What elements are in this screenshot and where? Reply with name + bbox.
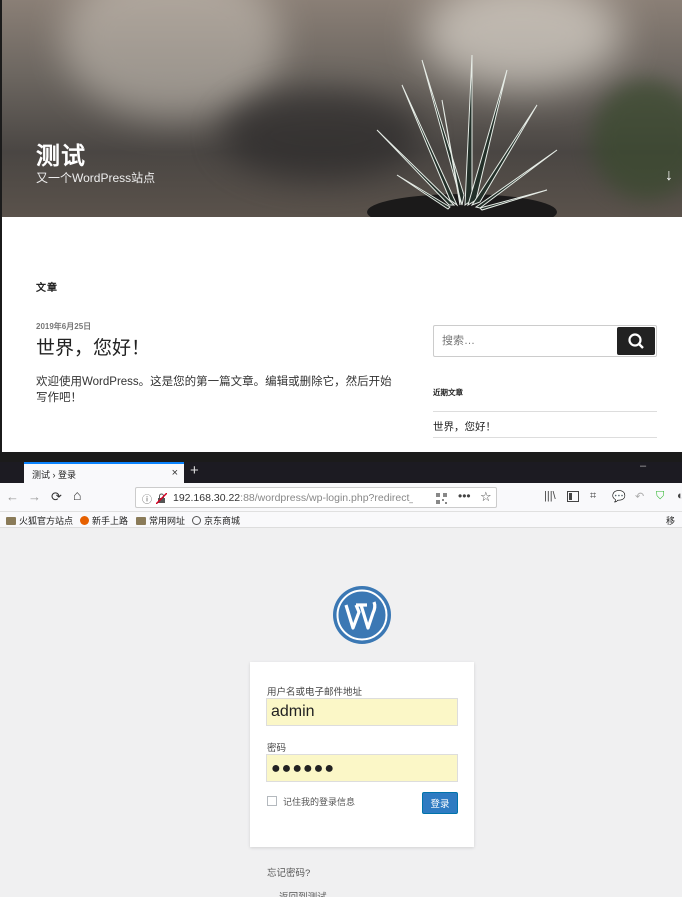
bookmark-item[interactable]: 京东商城 bbox=[192, 514, 240, 527]
wordpress-site: 测试 又一个WordPress站点 ↓ 文章 2019年6月25日 世界，您好！… bbox=[2, 0, 682, 452]
home-icon[interactable]: ⌂ bbox=[73, 487, 81, 503]
mobile-bookmarks-label: 移 bbox=[666, 516, 676, 526]
header-image: 测试 又一个WordPress站点 ↓ bbox=[2, 0, 682, 217]
remember-me-label[interactable]: 记住我的登录信息 bbox=[283, 795, 355, 808]
new-tab-button[interactable]: + bbox=[190, 462, 199, 479]
password-label: 密码 bbox=[267, 743, 287, 754]
tab-close-icon[interactable]: × bbox=[172, 467, 178, 479]
firefox-icon bbox=[80, 516, 89, 525]
bookmark-item[interactable]: 新手上路 bbox=[80, 514, 128, 527]
divider bbox=[433, 437, 657, 438]
more-actions-icon[interactable]: ••• bbox=[458, 489, 471, 503]
shield-extension-icon[interactable]: ⛉ bbox=[656, 490, 664, 503]
overflow-menu-icon[interactable]: ◐ bbox=[677, 490, 682, 502]
tab-bar: 测试 › 登录 × + – bbox=[0, 462, 682, 483]
url-bar[interactable]: ⓘ 192.168.30.22:88/wordpress/wp-login.ph… bbox=[135, 487, 497, 508]
tab-login[interactable]: 测试 › 登录 × bbox=[24, 462, 184, 483]
divider bbox=[433, 411, 657, 412]
bookmarks-overflow[interactable]: 移 bbox=[666, 514, 675, 527]
qr-code-icon[interactable] bbox=[436, 493, 447, 504]
bookmarks-toolbar: 火狐官方站点 新手上路 常用网址 京东商城 移 bbox=[0, 512, 682, 528]
username-field[interactable] bbox=[266, 698, 458, 726]
bookmark-item[interactable]: 火狐官方站点 bbox=[6, 514, 73, 527]
reload-icon[interactable]: ⟳ bbox=[51, 489, 62, 505]
screenshot: 测试 又一个WordPress站点 ↓ 文章 2019年6月25日 世界，您好！… bbox=[0, 0, 682, 897]
site-description: 又一个WordPress站点 bbox=[36, 171, 156, 185]
info-icon[interactable]: ⓘ bbox=[142, 491, 152, 506]
undo-icon[interactable]: ↶ bbox=[635, 490, 644, 503]
bookmark-label: 火狐官方站点 bbox=[19, 516, 74, 526]
bookmark-label: 常用网址 bbox=[149, 516, 186, 526]
globe-icon bbox=[192, 516, 201, 525]
post-title[interactable]: 世界，您好！ bbox=[36, 333, 150, 360]
folder-icon bbox=[136, 517, 146, 525]
back-to-site-link[interactable]: ← 返回到测试 bbox=[267, 889, 327, 897]
bookmark-label: 京东商城 bbox=[204, 516, 241, 526]
username-label: 用户名或电子邮件地址 bbox=[267, 687, 363, 698]
crop-screenshot-icon[interactable]: ⌗ bbox=[590, 490, 596, 503]
search-icon bbox=[628, 333, 644, 349]
insecure-lock-icon[interactable] bbox=[156, 493, 167, 504]
url-host: 192.168.30.22 bbox=[173, 492, 241, 504]
navigation-toolbar: ← → ⟳ ⌂ ⓘ 192.168.30.22:88/wordpress/wp-… bbox=[0, 483, 682, 512]
browser-window: 测试 › 登录 × + – ← → ⟳ ⌂ ⓘ 192.168.30.22:88… bbox=[0, 462, 682, 897]
recent-post-link[interactable]: 世界，您好！ bbox=[433, 419, 496, 434]
folder-icon bbox=[6, 517, 16, 525]
search-input[interactable] bbox=[442, 326, 612, 356]
back-icon[interactable]: ← bbox=[6, 489, 19, 504]
url-text[interactable]: 192.168.30.22:88/wordpress/wp-login.php?… bbox=[173, 492, 413, 504]
password-field[interactable]: ●●●●●● bbox=[266, 754, 458, 782]
lost-password-link[interactable]: 忘记密码? bbox=[267, 865, 310, 879]
post-excerpt: 欢迎使用WordPress。这是您的第一篇文章。编辑或删除它，然后开始写作吧！ bbox=[36, 376, 392, 404]
login-button[interactable]: 登录 bbox=[422, 792, 458, 814]
minimize-icon[interactable]: – bbox=[640, 462, 646, 472]
search-button[interactable] bbox=[617, 327, 655, 355]
bookmark-star-icon[interactable]: ☆ bbox=[480, 489, 492, 505]
search-form bbox=[433, 325, 657, 357]
bookmark-item[interactable]: 常用网址 bbox=[136, 514, 185, 527]
login-form: 用户名或电子邮件地址 密码 ●●●●●● 记住我的登录信息 登录 bbox=[250, 662, 474, 847]
remember-me-checkbox[interactable] bbox=[267, 796, 277, 806]
scroll-down-arrow-icon[interactable]: ↓ bbox=[665, 167, 673, 185]
post-date[interactable]: 2019年6月25日 bbox=[36, 321, 91, 332]
wordpress-logo-icon[interactable] bbox=[332, 585, 392, 645]
bookmark-label: 新手上路 bbox=[92, 516, 129, 526]
forward-icon[interactable]: → bbox=[28, 489, 41, 504]
posts-section-title: 文章 bbox=[36, 283, 58, 294]
url-path: :88/wordpress/wp-login.php?redirect_ bbox=[240, 492, 413, 504]
chat-icon[interactable]: 💬 bbox=[612, 490, 626, 503]
site-title[interactable]: 测试 bbox=[36, 136, 86, 171]
recent-posts-title: 近期文章 bbox=[433, 388, 463, 397]
sidebar-icon[interactable] bbox=[567, 491, 579, 502]
tab-title: 测试 › 登录 bbox=[32, 470, 76, 480]
library-icon[interactable]: |||\ bbox=[544, 490, 556, 502]
